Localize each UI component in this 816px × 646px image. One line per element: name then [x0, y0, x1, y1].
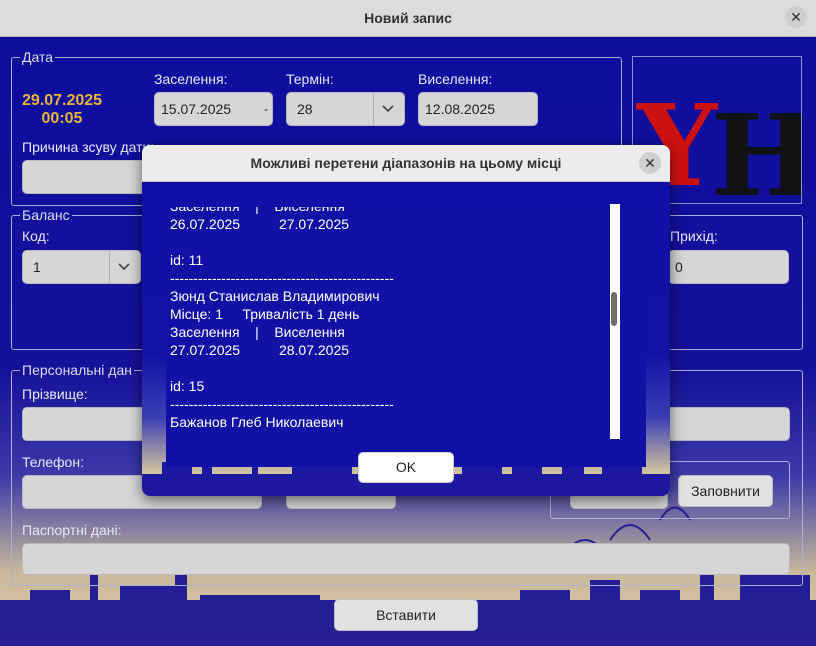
code-label: Код:: [22, 228, 50, 244]
chevron-down-icon[interactable]: [381, 104, 395, 114]
dialog-title: Можливі перетени діапазонів на цьому міс…: [250, 155, 562, 171]
overlap-text-lines: Заселення | Виселення26.07.2025 27.07.20…: [170, 207, 630, 431]
overlap-text-line: 26.07.2025 27.07.2025: [170, 216, 350, 232]
income-field[interactable]: 0: [668, 250, 789, 284]
term-value: 28: [297, 101, 313, 117]
overlap-text-line: Зюнд Станислав Владимирович: [170, 288, 380, 304]
phone-label: Телефон:: [22, 454, 84, 470]
surname-label: Прізвище:: [22, 386, 88, 402]
shift-reason-label: Причина зсуву дати:: [22, 139, 155, 155]
checkin-date-field[interactable]: 15.07.2025 -: [154, 92, 273, 126]
close-icon[interactable]: ✕: [639, 152, 661, 174]
balance-group-legend: Баланс: [22, 207, 70, 223]
checkin-date-value: 15.07.2025: [161, 101, 232, 117]
close-icon[interactable]: ✕: [785, 6, 807, 28]
checkin-spin[interactable]: -: [264, 93, 268, 125]
term-select[interactable]: 28: [286, 92, 405, 126]
checkout-label: Виселення:: [418, 71, 493, 87]
ok-button[interactable]: OK: [358, 452, 454, 483]
insert-button[interactable]: Вставити: [334, 599, 478, 631]
overlap-text-line: id: 15: [170, 378, 205, 394]
overlap-text-line: Місце: 1 Тривалість 1 день: [170, 306, 360, 322]
code-select-divider: [109, 251, 110, 283]
overlap-text-line: Бажанов Глеб Николаевич: [170, 414, 344, 430]
window-titlebar: Новий запис ✕: [0, 0, 816, 37]
logo-letter-h: H: [711, 91, 801, 203]
overlap-text-area[interactable]: Заселення | Виселення26.07.2025 27.07.20…: [166, 207, 646, 467]
fill-button[interactable]: Заповнити: [678, 475, 773, 507]
current-date: 29.07.2025: [21, 92, 103, 109]
dialog-titlebar: Можливі перетени діапазонів на цьому міс…: [142, 145, 670, 182]
current-time: 00:05: [41, 110, 83, 127]
overlap-text-line: [170, 359, 630, 377]
checkin-label: Заселення:: [154, 71, 228, 87]
term-select-divider: [373, 93, 374, 125]
passport-field[interactable]: [22, 543, 790, 575]
overlap-dialog: Можливі перетени діапазонів на цьому міс…: [142, 145, 670, 496]
window-title: Новий запис: [364, 10, 452, 26]
overlap-text-line: 27.07.2025 28.07.2025: [170, 342, 350, 358]
term-label: Термін:: [286, 71, 334, 87]
overlap-text-line: id: 11: [170, 252, 204, 268]
chevron-down-icon[interactable]: [117, 262, 131, 272]
overlap-text-line: Заселення | Виселення: [170, 324, 345, 340]
overlap-text-line: ----------------------------------------…: [170, 270, 394, 286]
income-label: Прихід:: [670, 228, 718, 244]
overlap-text-line: ----------------------------------------…: [170, 396, 394, 412]
checkout-date-field[interactable]: 12.08.2025: [418, 92, 538, 126]
scrollbar-thumb[interactable]: [611, 292, 617, 326]
personal-group-legend: Персональні дан: [22, 362, 132, 378]
passport-label: Паспортні дані:: [22, 522, 122, 538]
date-group-legend: Дата: [22, 49, 54, 65]
code-select[interactable]: 1: [22, 250, 141, 284]
overlap-text-line: Заселення | Виселення: [170, 207, 630, 215]
code-value: 1: [33, 259, 41, 275]
dialog-body: Заселення | Виселення26.07.2025 27.07.20…: [142, 182, 670, 496]
overlap-text-line: [170, 233, 630, 251]
